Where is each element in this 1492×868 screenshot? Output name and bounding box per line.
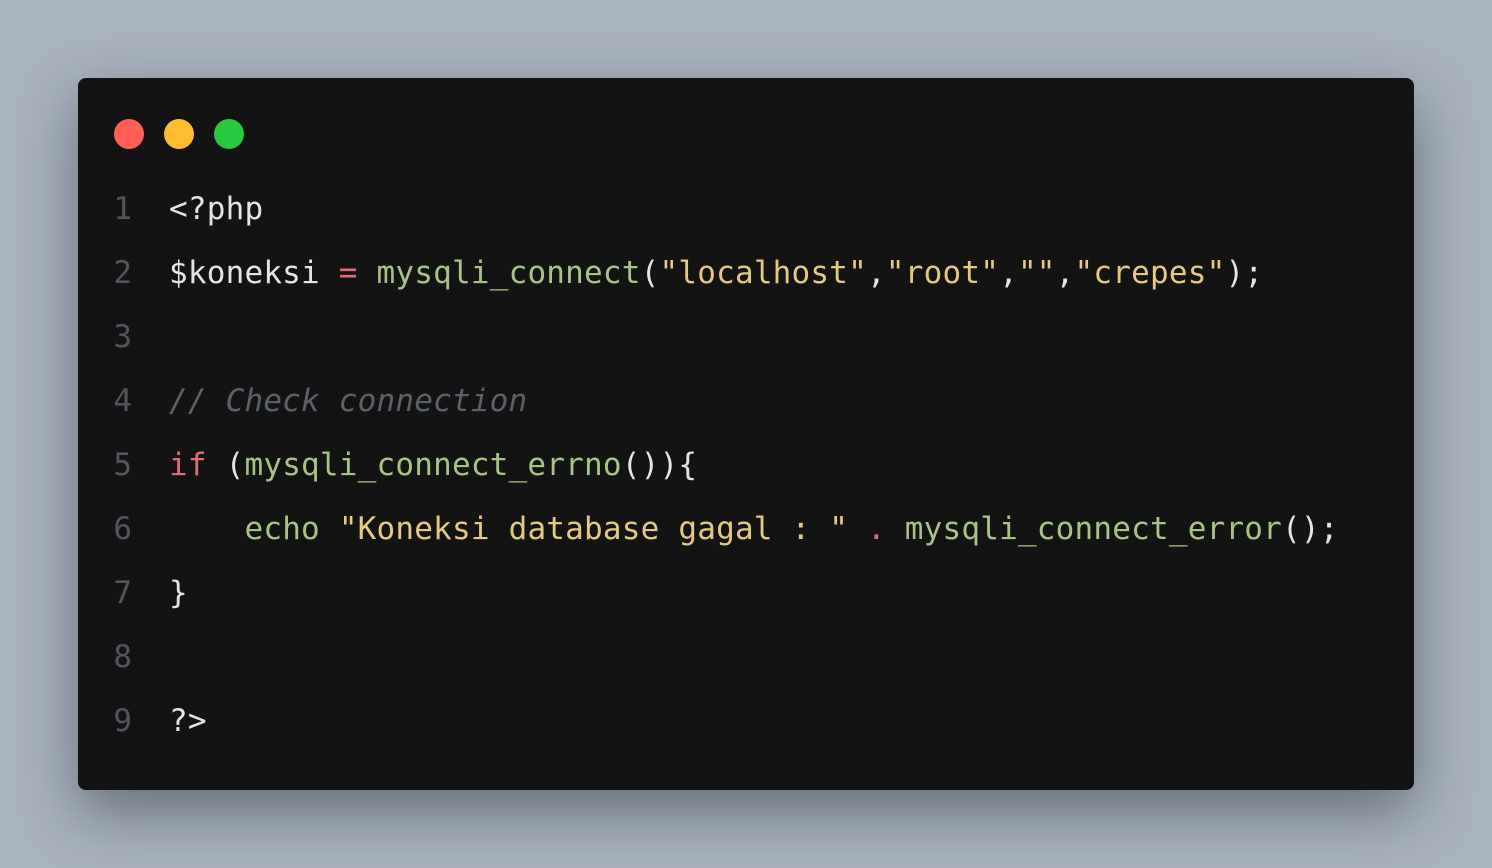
code-text: <?php bbox=[169, 177, 263, 241]
code-token: mysqli_connect_errno bbox=[244, 447, 622, 483]
maximize-dot-icon[interactable] bbox=[214, 119, 244, 149]
line-number: 1 bbox=[113, 191, 132, 227]
code-text: if (mysqli_connect_errno()){ bbox=[169, 433, 697, 497]
code-token: "" bbox=[1017, 255, 1056, 291]
code-window: 1 <?php 2 $koneksi = mysqli_connect("localh… bbox=[78, 78, 1414, 790]
code-text: ?> bbox=[169, 689, 207, 753]
code-token: } bbox=[169, 575, 188, 611]
line-number: 7 bbox=[113, 575, 132, 611]
code-token: ( bbox=[640, 255, 660, 291]
close-dot-icon[interactable] bbox=[114, 119, 144, 149]
line-number: 6 bbox=[113, 511, 132, 547]
code-line: 2 $koneksi = mysqli_connect("localhost","… bbox=[78, 241, 1414, 305]
code-text: } bbox=[169, 561, 188, 625]
code-line: 5 if (mysqli_connect_errno()){ bbox=[78, 433, 1414, 497]
code-token: , bbox=[867, 255, 886, 291]
code-token: if bbox=[169, 447, 207, 483]
code-token: "localhost" bbox=[659, 255, 867, 291]
code-token: , bbox=[999, 255, 1018, 291]
code-line: 3 bbox=[78, 305, 1414, 369]
code-token: "crepes" bbox=[1074, 255, 1226, 291]
code-token: $koneksi bbox=[169, 255, 339, 291]
code-token: = bbox=[338, 255, 358, 291]
code-line: 7} bbox=[78, 561, 1414, 625]
code-token: (); bbox=[1282, 511, 1339, 547]
line-number: 3 bbox=[113, 319, 132, 355]
code-text: // Check connection bbox=[169, 369, 527, 433]
code-token: ( bbox=[206, 447, 245, 483]
code-token: echo bbox=[244, 511, 320, 547]
code-token: ()){ bbox=[621, 447, 698, 483]
code-line: 8 bbox=[78, 625, 1414, 689]
line-number: 2 bbox=[113, 255, 132, 291]
code-token: ); bbox=[1225, 255, 1264, 291]
code-line: 4 // Check connection bbox=[78, 369, 1414, 433]
code-token: "Koneksi database gagal : " bbox=[338, 511, 849, 547]
code-token: "root" bbox=[885, 255, 1000, 291]
line-number: 5 bbox=[113, 447, 132, 483]
code-block: 1 <?php 2 $koneksi = mysqli_connect("localh… bbox=[78, 177, 1414, 753]
code-token: mysqli_connect bbox=[376, 255, 641, 291]
line-number: 8 bbox=[113, 639, 132, 675]
minimize-dot-icon[interactable] bbox=[164, 119, 194, 149]
code-line: 9 ?> bbox=[78, 689, 1414, 753]
line-number: 4 bbox=[113, 383, 132, 419]
code-token: . bbox=[867, 511, 886, 547]
code-line: 1 <?php bbox=[78, 177, 1414, 241]
code-line: 6 echo "Koneksi database gagal : " . mys… bbox=[78, 497, 1414, 561]
line-number: 9 bbox=[113, 703, 132, 739]
code-text: $koneksi = mysqli_connect("localhost","r… bbox=[169, 241, 1263, 305]
code-text: echo "Koneksi database gagal : " . mysql… bbox=[169, 497, 1339, 561]
code-token: // Check connection bbox=[169, 383, 528, 419]
code-token: <?php bbox=[169, 191, 264, 227]
code-token: ?> bbox=[169, 703, 207, 739]
code-token: mysqli_connect_error bbox=[904, 511, 1283, 547]
code-token: , bbox=[1055, 255, 1075, 291]
